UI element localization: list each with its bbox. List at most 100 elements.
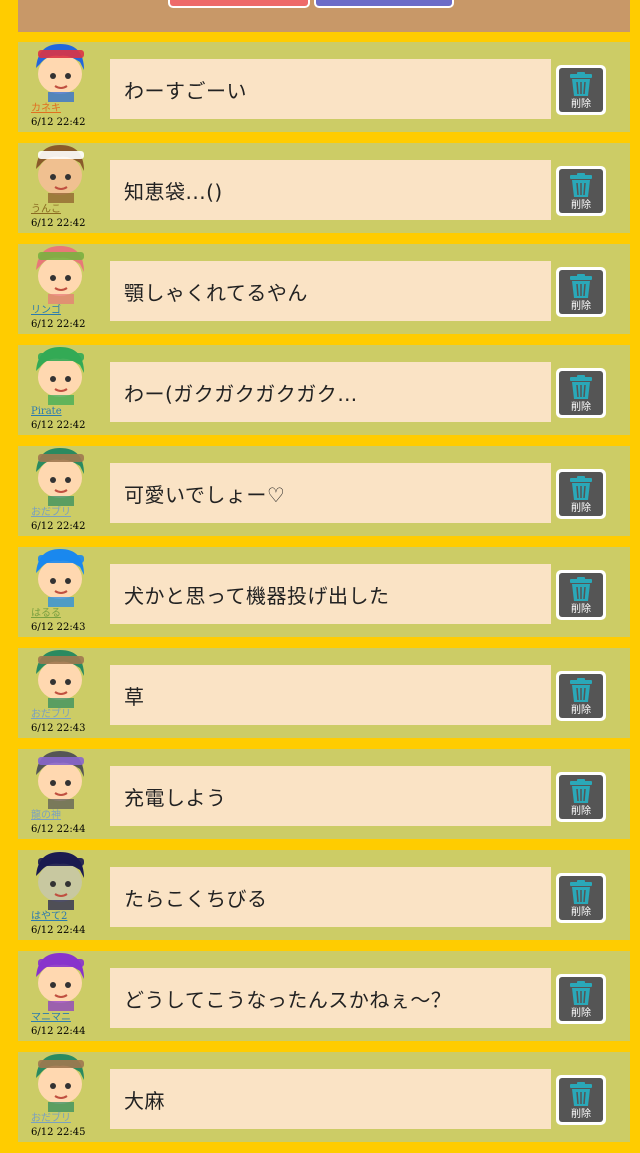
top-tab-left[interactable] [168, 0, 310, 8]
avatar[interactable] [18, 38, 90, 102]
delete-label: 削除 [571, 806, 591, 817]
message-bubble: 充電しよう [110, 766, 551, 826]
message-text: わーすごーい [124, 78, 247, 103]
message-text: 充電しよう [124, 785, 227, 810]
avatar[interactable] [18, 543, 90, 607]
delete-label: 削除 [571, 1008, 591, 1019]
trash-icon [570, 779, 592, 803]
delete-label: 削除 [571, 503, 591, 514]
delete-label: 削除 [571, 907, 591, 918]
message-bubble: 知恵袋...() [110, 160, 551, 220]
message-bubble: 顎しゃくれてるやん [110, 261, 551, 321]
delete-button[interactable]: 削除 [556, 570, 606, 620]
delete-label: 削除 [571, 402, 591, 413]
avatar[interactable] [18, 644, 90, 708]
message-row: リンゴ 6/12 22:42 顎しゃくれてるやん 削除 [18, 244, 630, 334]
trash-icon [570, 375, 592, 399]
trash-icon [570, 173, 592, 197]
message-bubble: 可愛いでしょー♡ [110, 463, 551, 523]
message-text: 草 [124, 684, 145, 709]
timestamp: 6/12 22:42 [31, 420, 86, 431]
timestamp: 6/12 22:42 [31, 521, 86, 532]
delete-button[interactable]: 削除 [556, 65, 606, 115]
username-link[interactable]: おだブリ [31, 709, 71, 721]
message-row: マニマニ 6/12 22:44 どうしてこうなったんスかねぇ〜？ 削除 [18, 951, 630, 1041]
message-bubble: どうしてこうなったんスかねぇ〜？ [110, 968, 551, 1028]
delete-button[interactable]: 削除 [556, 772, 606, 822]
trash-icon [570, 678, 592, 702]
trash-icon [570, 72, 592, 96]
delete-label: 削除 [571, 604, 591, 615]
avatar[interactable] [18, 341, 90, 405]
trash-icon [570, 1082, 592, 1106]
username-link[interactable]: マニマニ [31, 1012, 71, 1024]
trash-icon [570, 981, 592, 1005]
message-row: おだブリ 6/12 22:43 草 削除 [18, 648, 630, 738]
message-text: 可愛いでしょー♡ [124, 482, 286, 507]
message-row: おだブリ 6/12 22:45 大麻 削除 [18, 1052, 630, 1142]
message-text: どうしてこうなったんスかねぇ〜？ [124, 987, 452, 1012]
delete-label: 削除 [571, 200, 591, 211]
avatar[interactable] [18, 846, 90, 910]
delete-label: 削除 [571, 705, 591, 716]
delete-button[interactable]: 削除 [556, 267, 606, 317]
avatar[interactable] [18, 947, 90, 1011]
message-row: はやて2 6/12 22:44 たらこくちびる 削除 [18, 850, 630, 940]
message-row: カネキ 6/12 22:42 わーすごーい 削除 [18, 42, 630, 132]
timestamp: 6/12 22:42 [31, 319, 86, 330]
avatar[interactable] [18, 240, 90, 304]
avatar[interactable] [18, 442, 90, 506]
message-list: カネキ 6/12 22:42 わーすごーい 削除 うんこ 6/12 22:42 … [18, 42, 630, 1153]
message-row: うんこ 6/12 22:42 知恵袋...() 削除 [18, 143, 630, 233]
username-link[interactable]: カネキ [31, 103, 61, 115]
message-bubble: 草 [110, 665, 551, 725]
delete-button[interactable]: 削除 [556, 974, 606, 1024]
message-text: 大麻 [124, 1088, 165, 1113]
timestamp: 6/12 22:43 [31, 723, 86, 734]
username-link[interactable]: 龍の神 [31, 810, 61, 822]
avatar[interactable] [18, 139, 90, 203]
message-bubble: わー(ガクガクガクガク… [110, 362, 551, 422]
delete-label: 削除 [571, 99, 591, 110]
delete-button[interactable]: 削除 [556, 368, 606, 418]
timestamp: 6/12 22:44 [31, 1026, 86, 1037]
delete-button[interactable]: 削除 [556, 873, 606, 923]
message-text: 顎しゃくれてるやん [124, 280, 308, 305]
timestamp: 6/12 22:44 [31, 824, 86, 835]
delete-label: 削除 [571, 301, 591, 312]
message-bubble: 大麻 [110, 1069, 551, 1129]
avatar[interactable] [18, 1048, 90, 1112]
message-text: わー(ガクガクガクガク… [124, 381, 358, 406]
username-link[interactable]: うんこ [31, 204, 61, 216]
avatar[interactable] [18, 745, 90, 809]
username-link[interactable]: Pirate [31, 406, 62, 418]
timestamp: 6/12 22:45 [31, 1127, 86, 1138]
username-link[interactable]: リンゴ [31, 305, 61, 317]
message-row: Pirate 6/12 22:42 わー(ガクガクガクガク… 削除 [18, 345, 630, 435]
trash-icon [570, 880, 592, 904]
message-row: 龍の神 6/12 22:44 充電しよう 削除 [18, 749, 630, 839]
message-text: 知恵袋...() [124, 179, 223, 204]
delete-button[interactable]: 削除 [556, 166, 606, 216]
username-link[interactable]: はやて2 [31, 911, 67, 923]
delete-button[interactable]: 削除 [556, 1075, 606, 1125]
timestamp: 6/12 22:42 [31, 117, 86, 128]
message-bubble: たらこくちびる [110, 867, 551, 927]
timestamp: 6/12 22:43 [31, 622, 86, 633]
message-bubble: 犬かと思って機器投げ出した [110, 564, 551, 624]
username-link[interactable]: はるる [31, 608, 61, 620]
trash-icon [570, 476, 592, 500]
timestamp: 6/12 22:44 [31, 925, 86, 936]
timestamp: 6/12 22:42 [31, 218, 86, 229]
delete-button[interactable]: 削除 [556, 671, 606, 721]
message-bubble: わーすごーい [110, 59, 551, 119]
message-row: はるる 6/12 22:43 犬かと思って機器投げ出した 削除 [18, 547, 630, 637]
trash-icon [570, 274, 592, 298]
top-tab-right[interactable] [314, 0, 454, 8]
trash-icon [570, 577, 592, 601]
username-link[interactable]: おだブリ [31, 507, 71, 519]
username-link[interactable]: おだブリ [31, 1113, 71, 1125]
delete-button[interactable]: 削除 [556, 469, 606, 519]
message-row: おだブリ 6/12 22:42 可愛いでしょー♡ 削除 [18, 446, 630, 536]
delete-label: 削除 [571, 1109, 591, 1120]
